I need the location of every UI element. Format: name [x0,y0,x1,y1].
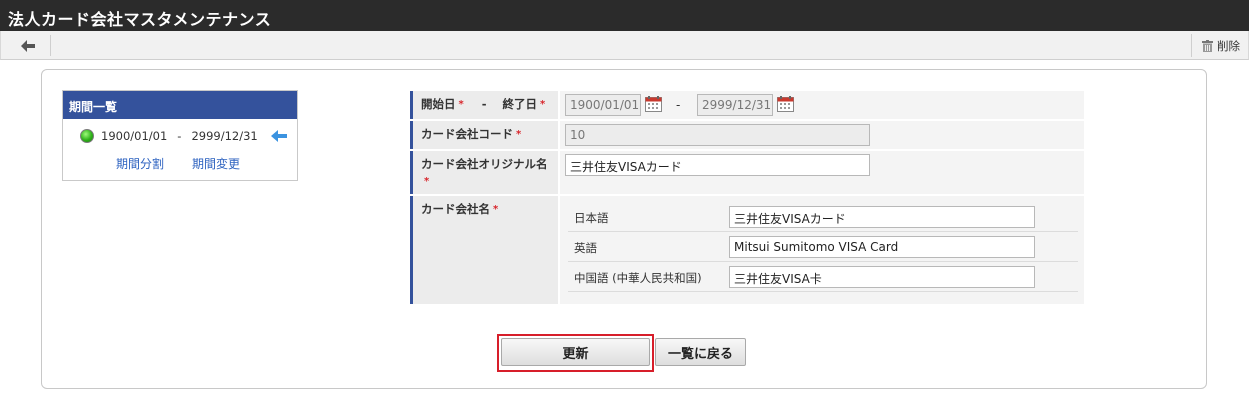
required-mark: * [458,99,464,110]
original-name-row: カード会社オリジナル名 * 三井住友VISAカード [410,151,1084,194]
calendar-icon[interactable] [777,96,794,112]
period-item[interactable]: 1900/01/01 - 2999/12/31 [80,129,287,143]
name-input-zh[interactable]: 三井住友VISA卡 [729,266,1035,288]
original-name-label: カード会社オリジナル名 * [410,151,558,194]
period-sep: - [177,129,182,143]
required-mark: * [516,129,522,140]
trash-icon [1202,39,1213,52]
start-date-label: 開始日 [421,97,456,111]
original-name-input[interactable]: 三井住友VISAカード [565,154,870,176]
date-range-separator: - [676,98,681,112]
date-value: 1900/01/01 - 2999/12/31 [560,91,1084,119]
required-mark: * [493,204,499,215]
original-name-value: 三井住友VISAカード [560,151,1084,194]
name-row-zh: 中国語 (中華人民共和国) 三井住友VISA卡 [568,262,1078,292]
company-name-row: カード会社名 * 日本語 三井住友VISAカード 英語 Mitsui Sumito… [410,196,1084,304]
change-period-link[interactable]: 期間変更 [192,155,240,172]
lang-label: 中国語 (中華人民共和国) [574,271,702,285]
company-name-value: 日本語 三井住友VISAカード 英語 Mitsui Sumitomo VISA … [560,196,1084,304]
company-name-label-text: カード会社名 [421,202,490,216]
back-button[interactable] [11,35,51,56]
calendar-icon[interactable] [645,96,662,112]
period-start: 1900/01/01 [101,129,168,143]
current-period-arrow-icon [270,130,287,142]
date-label: 開始日 * - 終了日 * [410,91,558,119]
delete-label: 削除 [1217,38,1240,53]
name-row-ja: 日本語 三井住友VISAカード [568,202,1078,232]
code-input[interactable]: 10 [565,124,870,146]
page-title: 法人カード会社マスタメンテナンス [8,10,272,29]
code-label: カード会社コード * [410,121,558,149]
period-end: 2999/12/31 [191,129,258,143]
name-row-en: 英語 Mitsui Sumitomo VISA Card [568,232,1078,262]
lang-label: 英語 [574,241,597,255]
required-mark: * [540,99,546,110]
required-mark: * [424,176,430,187]
delete-button[interactable]: 削除 [1191,34,1240,57]
end-date-label: 終了日 [502,97,538,111]
code-row: カード会社コード * 10 [410,121,1084,149]
update-button[interactable]: 更新 [501,338,650,366]
code-label-text: カード会社コード [421,127,513,141]
period-actions: 期間分割 期間変更 [116,155,240,172]
code-value: 10 [560,121,1084,149]
original-name-label-text: カード会社オリジナル名 [421,157,548,171]
left-arrow-icon [21,39,35,52]
back-to-list-button[interactable]: 一覧に戻る [655,338,746,366]
date-row: 開始日 * - 終了日 * 1900/01/01 - 2999/12/31 [410,91,1084,119]
label-dash: - [481,97,487,111]
name-input-en[interactable]: Mitsui Sumitomo VISA Card [729,236,1035,258]
period-list: 期間一覧 1900/01/01 - 2999/12/31 期間分割 期間変更 [62,90,298,181]
start-date-input[interactable]: 1900/01/01 [565,94,641,116]
title-bar: 法人カード会社マスタメンテナンス [0,0,1249,31]
active-status-icon [80,129,94,143]
split-period-link[interactable]: 期間分割 [116,155,164,172]
name-input-ja[interactable]: 三井住友VISAカード [729,206,1035,228]
toolbar: 削除 [0,31,1249,60]
company-name-label: カード会社名 * [410,196,558,304]
lang-label: 日本語 [574,211,609,225]
end-date-input[interactable]: 2999/12/31 [697,94,773,116]
period-list-header: 期間一覧 [63,91,297,119]
